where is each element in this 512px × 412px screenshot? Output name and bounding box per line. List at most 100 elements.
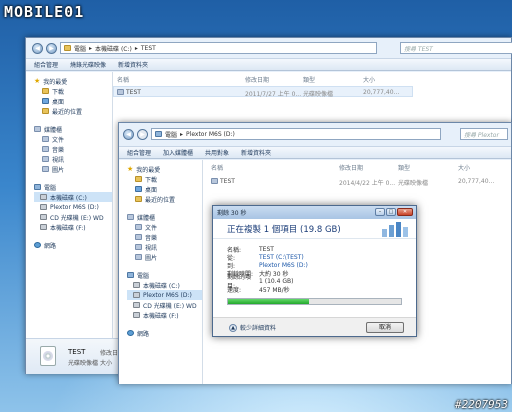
nav-video[interactable]: 視訊 — [127, 242, 202, 252]
forward-button[interactable]: ▶ — [137, 128, 148, 140]
breadcrumb-test[interactable]: TEST — [141, 45, 156, 52]
nav-drive-c[interactable]: 本機磁碟 (C:) — [127, 280, 202, 290]
nav-drive-e[interactable]: CD 光碟機 (E:) WD — [34, 212, 112, 222]
column-name[interactable]: 名稱 — [211, 163, 223, 172]
breadcrumb-computer[interactable]: 電腦 — [165, 130, 177, 139]
desktop-icon — [135, 186, 142, 192]
computer-icon — [155, 131, 162, 137]
column-size[interactable]: 大小 — [363, 75, 375, 84]
nav-downloads[interactable]: 下載 — [34, 86, 112, 96]
nav-drive-e[interactable]: CD 光碟機 (E:) WD — [127, 300, 202, 310]
chevron-up-icon: ▲ — [229, 323, 237, 332]
column-type[interactable]: 類型 — [398, 163, 410, 172]
breadcrumb-computer[interactable]: 電腦 — [74, 44, 86, 53]
star-icon: ★ — [34, 77, 41, 85]
star-icon: ★ — [127, 165, 134, 173]
file-type: 光碟映像檔 — [398, 180, 429, 187]
breadcrumb-c-drive[interactable]: 本機磁碟 (C:) — [95, 44, 132, 53]
forward-button[interactable]: ▶ — [46, 42, 57, 54]
nav-drive-d[interactable]: Plextor M6S (D:) — [34, 202, 112, 212]
navigation-pane[interactable]: ★ 我的最愛 下載 桌面 最近的位置 媒體櫃 文件 音樂 視訊 圖片 電腦 本機磁… — [119, 160, 203, 384]
back-button[interactable]: ◀ — [32, 42, 43, 54]
file-date: 2011/7/27 上午 0... — [245, 91, 302, 98]
address-bar[interactable]: 電腦 ▸ Plextor M6S (D:) — [151, 128, 441, 140]
detail-speed-row: 速度: 457 MB/秒 — [227, 286, 290, 294]
file-name[interactable]: TEST — [220, 178, 235, 185]
nav-drive-d[interactable]: Plextor M6S (D:) — [127, 290, 202, 300]
pictures-icon — [42, 166, 49, 172]
nav-music[interactable]: 音樂 — [34, 144, 112, 154]
nav-downloads[interactable]: 下載 — [127, 174, 202, 184]
nav-favorites[interactable]: ★ 我的最愛 — [127, 164, 202, 174]
download-folder-icon — [42, 88, 49, 94]
nav-computer[interactable]: 電腦 — [127, 270, 202, 280]
nav-recent[interactable]: 最近的位置 — [127, 194, 202, 204]
nav-desktop[interactable]: 桌面 — [127, 184, 202, 194]
organize-button[interactable]: 組合管理 — [34, 60, 58, 69]
video-icon — [135, 244, 142, 250]
file-size: 20,777,40... — [363, 89, 400, 96]
column-size[interactable]: 大小 — [458, 163, 470, 172]
nav-pictures[interactable]: 圖片 — [127, 252, 202, 262]
file-name: TEST — [126, 89, 141, 96]
nav-network[interactable]: 網路 — [34, 240, 112, 250]
pictures-icon — [135, 254, 142, 260]
minimize-button[interactable]: – — [375, 208, 385, 216]
nav-libraries[interactable]: 媒體櫃 — [127, 212, 202, 222]
cd-drive-icon — [40, 214, 47, 220]
dialog-title: 剩餘 30 秒 — [217, 210, 247, 217]
drive-icon — [40, 194, 47, 200]
disc-thumbnail-icon — [40, 346, 56, 366]
add-to-library-button[interactable]: 加入媒體櫃 — [163, 148, 193, 157]
recent-icon — [135, 196, 142, 202]
organize-button[interactable]: 組合管理 — [127, 148, 151, 157]
nav-drive-f[interactable]: 本機磁碟 (F:) — [127, 310, 202, 320]
nav-documents[interactable]: 文件 — [127, 222, 202, 232]
new-folder-button[interactable]: 新增資料夾 — [241, 148, 271, 157]
music-icon — [42, 146, 49, 152]
network-icon — [127, 330, 134, 336]
command-bar: 組合管理 燒錄光碟映像 新增資料夾 — [26, 58, 511, 71]
disc-image-icon — [117, 89, 124, 95]
column-date[interactable]: 修改日期 — [339, 163, 363, 172]
close-button[interactable]: ✕ — [397, 208, 413, 216]
nav-documents[interactable]: 文件 — [34, 134, 112, 144]
nav-pictures[interactable]: 圖片 — [34, 164, 112, 174]
column-date[interactable]: 修改日期 — [245, 75, 269, 84]
watermark-id: #2207953 — [455, 398, 508, 411]
nav-drive-c[interactable]: 本機磁碟 (C:) — [34, 192, 112, 202]
nav-video[interactable]: 視訊 — [34, 154, 112, 164]
search-input[interactable]: 搜尋 TEST — [400, 42, 512, 54]
nav-computer[interactable]: 電腦 — [34, 182, 112, 192]
navigation-pane[interactable]: ★ 我的最愛 下載 桌面 最近的位置 媒體櫃 文件 音樂 視訊 圖片 電腦 本機磁… — [26, 72, 113, 338]
drive-icon — [40, 204, 47, 210]
nav-network[interactable]: 網路 — [127, 328, 202, 338]
dialog-titlebar[interactable]: 剩餘 30 秒 – □ ✕ — [213, 206, 416, 219]
maximize-button[interactable]: □ — [386, 208, 396, 216]
library-icon — [127, 214, 134, 220]
cancel-button[interactable]: 取消 — [366, 322, 404, 333]
copy-progress-bar — [227, 298, 402, 305]
new-folder-button[interactable]: 新增資料夾 — [118, 60, 148, 69]
nav-drive-f[interactable]: 本機磁碟 (F:) — [34, 222, 112, 232]
back-button[interactable]: ◀ — [123, 128, 134, 140]
breadcrumb-plextor[interactable]: Plextor M6S (D:) — [186, 131, 235, 138]
share-with-button[interactable]: 共用對象 — [205, 148, 229, 157]
search-input[interactable]: 搜尋 Plextor — [460, 128, 508, 140]
folder-icon — [64, 45, 71, 51]
nav-favorites[interactable]: ★ 我的最愛 — [34, 76, 112, 86]
column-type[interactable]: 類型 — [303, 75, 315, 84]
burn-image-button[interactable]: 燒錄光碟映像 — [70, 60, 106, 69]
copy-heading-area: 正在複製 1 個項目 (19.8 GB) — [213, 219, 416, 239]
column-name[interactable]: 名稱 — [117, 75, 129, 84]
nav-recent[interactable]: 最近的位置 — [34, 106, 112, 116]
nav-libraries[interactable]: 媒體櫃 — [34, 124, 112, 134]
file-date: 2014/4/22 上午 0... — [339, 180, 396, 187]
less-details-button[interactable]: ▲ 較少詳細資料 — [229, 323, 276, 332]
address-bar[interactable]: 電腦 ▸ 本機磁碟 (C:) ▸ TEST — [60, 42, 377, 54]
nav-music[interactable]: 音樂 — [127, 232, 202, 242]
copy-progress-dialog[interactable]: 剩餘 30 秒 – □ ✕ 正在複製 1 個項目 (19.8 GB) 名稱: TE… — [212, 205, 417, 337]
progress-graph-icon — [382, 222, 408, 237]
dialog-footer: ▲ 較少詳細資料 取消 — [213, 317, 416, 337]
nav-desktop[interactable]: 桌面 — [34, 96, 112, 106]
